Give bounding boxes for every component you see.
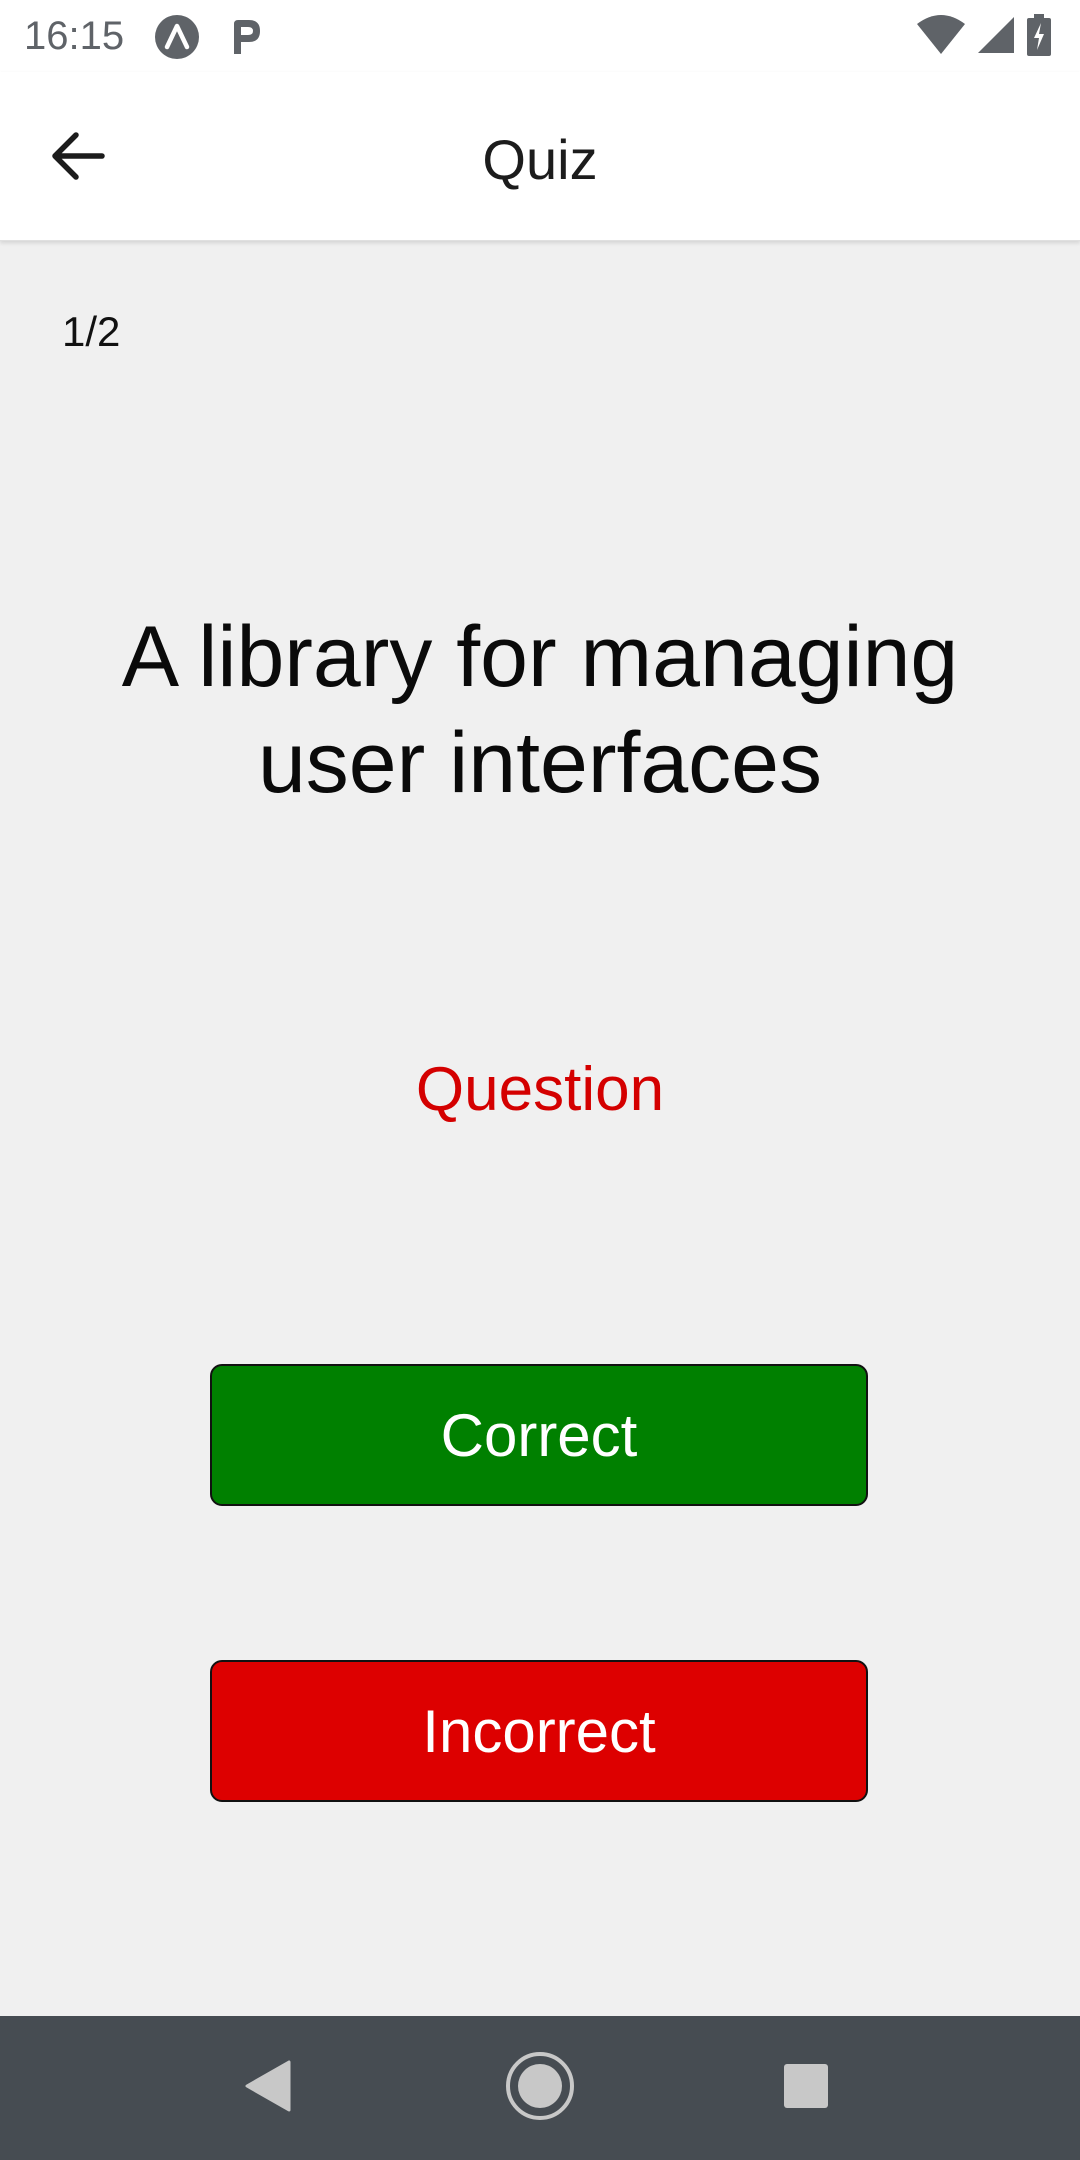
quiz-screen: 16:15 Quiz 1/2 A library for managing us…: [0, 0, 1080, 2160]
recents-square-icon: [782, 2062, 830, 2115]
incorrect-button-label: Incorrect: [422, 1697, 656, 1765]
progress-counter: 1/2: [62, 308, 121, 355]
page-title: Quiz: [482, 128, 598, 191]
status-bar: 16:15: [0, 0, 1080, 72]
status-time: 16:15: [24, 14, 125, 58]
correct-button[interactable]: Correct: [210, 1364, 868, 1506]
incorrect-button[interactable]: Incorrect: [210, 1660, 868, 1802]
nav-back-button[interactable]: [232, 2052, 304, 2124]
correct-button-label: Correct: [440, 1401, 638, 1469]
app-notification-icon: [154, 14, 200, 60]
nav-home-button[interactable]: [504, 2050, 576, 2127]
flashcard-text[interactable]: A library for managing user interfaces: [60, 604, 1020, 816]
battery-charging-icon: [1026, 13, 1052, 61]
parking-notification-icon: [222, 14, 268, 60]
back-triangle-icon: [243, 2059, 293, 2118]
system-nav-bar: [0, 2016, 1080, 2160]
nav-recents-button[interactable]: [770, 2052, 842, 2124]
cell-signal-icon: [976, 15, 1016, 60]
home-circle-icon: [504, 2050, 576, 2127]
app-bar: Quiz: [0, 72, 1080, 241]
card-side-label[interactable]: Question: [0, 1052, 1080, 1128]
status-icons: [916, 13, 1052, 61]
wifi-icon: [916, 14, 966, 61]
